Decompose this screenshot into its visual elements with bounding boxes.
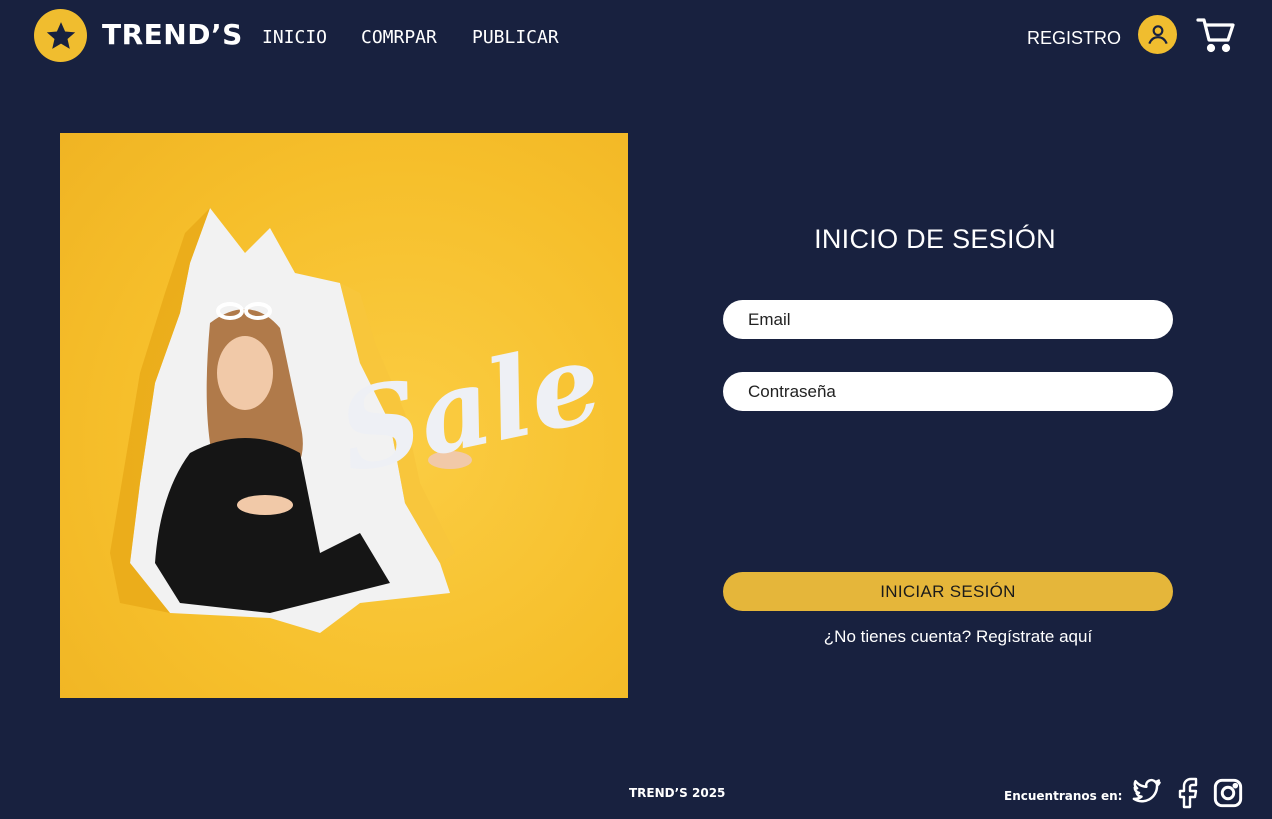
star-icon [46,21,75,49]
footer-find-us: Encuentranos en: [1004,789,1123,803]
login-submit-button[interactable]: INICIAR SESIÓN [723,572,1173,611]
no-account-text: ¿No tienes cuenta? [823,627,972,646]
facebook-icon[interactable] [1176,777,1200,809]
sale-promo-image: Sale [60,133,628,698]
password-field[interactable] [723,372,1173,411]
register-link[interactable]: REGISTRO [1027,28,1121,49]
twitter-icon[interactable] [1130,777,1164,807]
email-field[interactable] [723,300,1173,339]
signup-prompt: ¿No tienes cuenta? Regístrate aquí [723,627,1193,647]
nav-link-publicar[interactable]: PUBLICAR [472,27,559,48]
cart-button[interactable] [1196,16,1236,54]
footer-copyright: TREND’S 2025 [629,786,726,800]
user-icon [1147,24,1168,44]
cart-icon [1196,18,1235,53]
signup-link[interactable]: Regístrate aquí [976,627,1092,646]
top-navbar: TREND’S INICIO COMRPAR PUBLICAR REGISTRO [0,0,1272,76]
promo-illustration: Sale [110,208,612,633]
brand-name[interactable]: TREND’S [102,18,243,51]
instagram-icon[interactable] [1212,777,1244,809]
brand-logo[interactable] [34,9,87,62]
nav-link-inicio[interactable]: INICIO [262,27,327,48]
login-title: INICIO DE SESIÓN [814,224,1056,254]
user-account-button[interactable] [1138,15,1177,54]
nav-link-comprar[interactable]: COMRPAR [361,27,437,48]
